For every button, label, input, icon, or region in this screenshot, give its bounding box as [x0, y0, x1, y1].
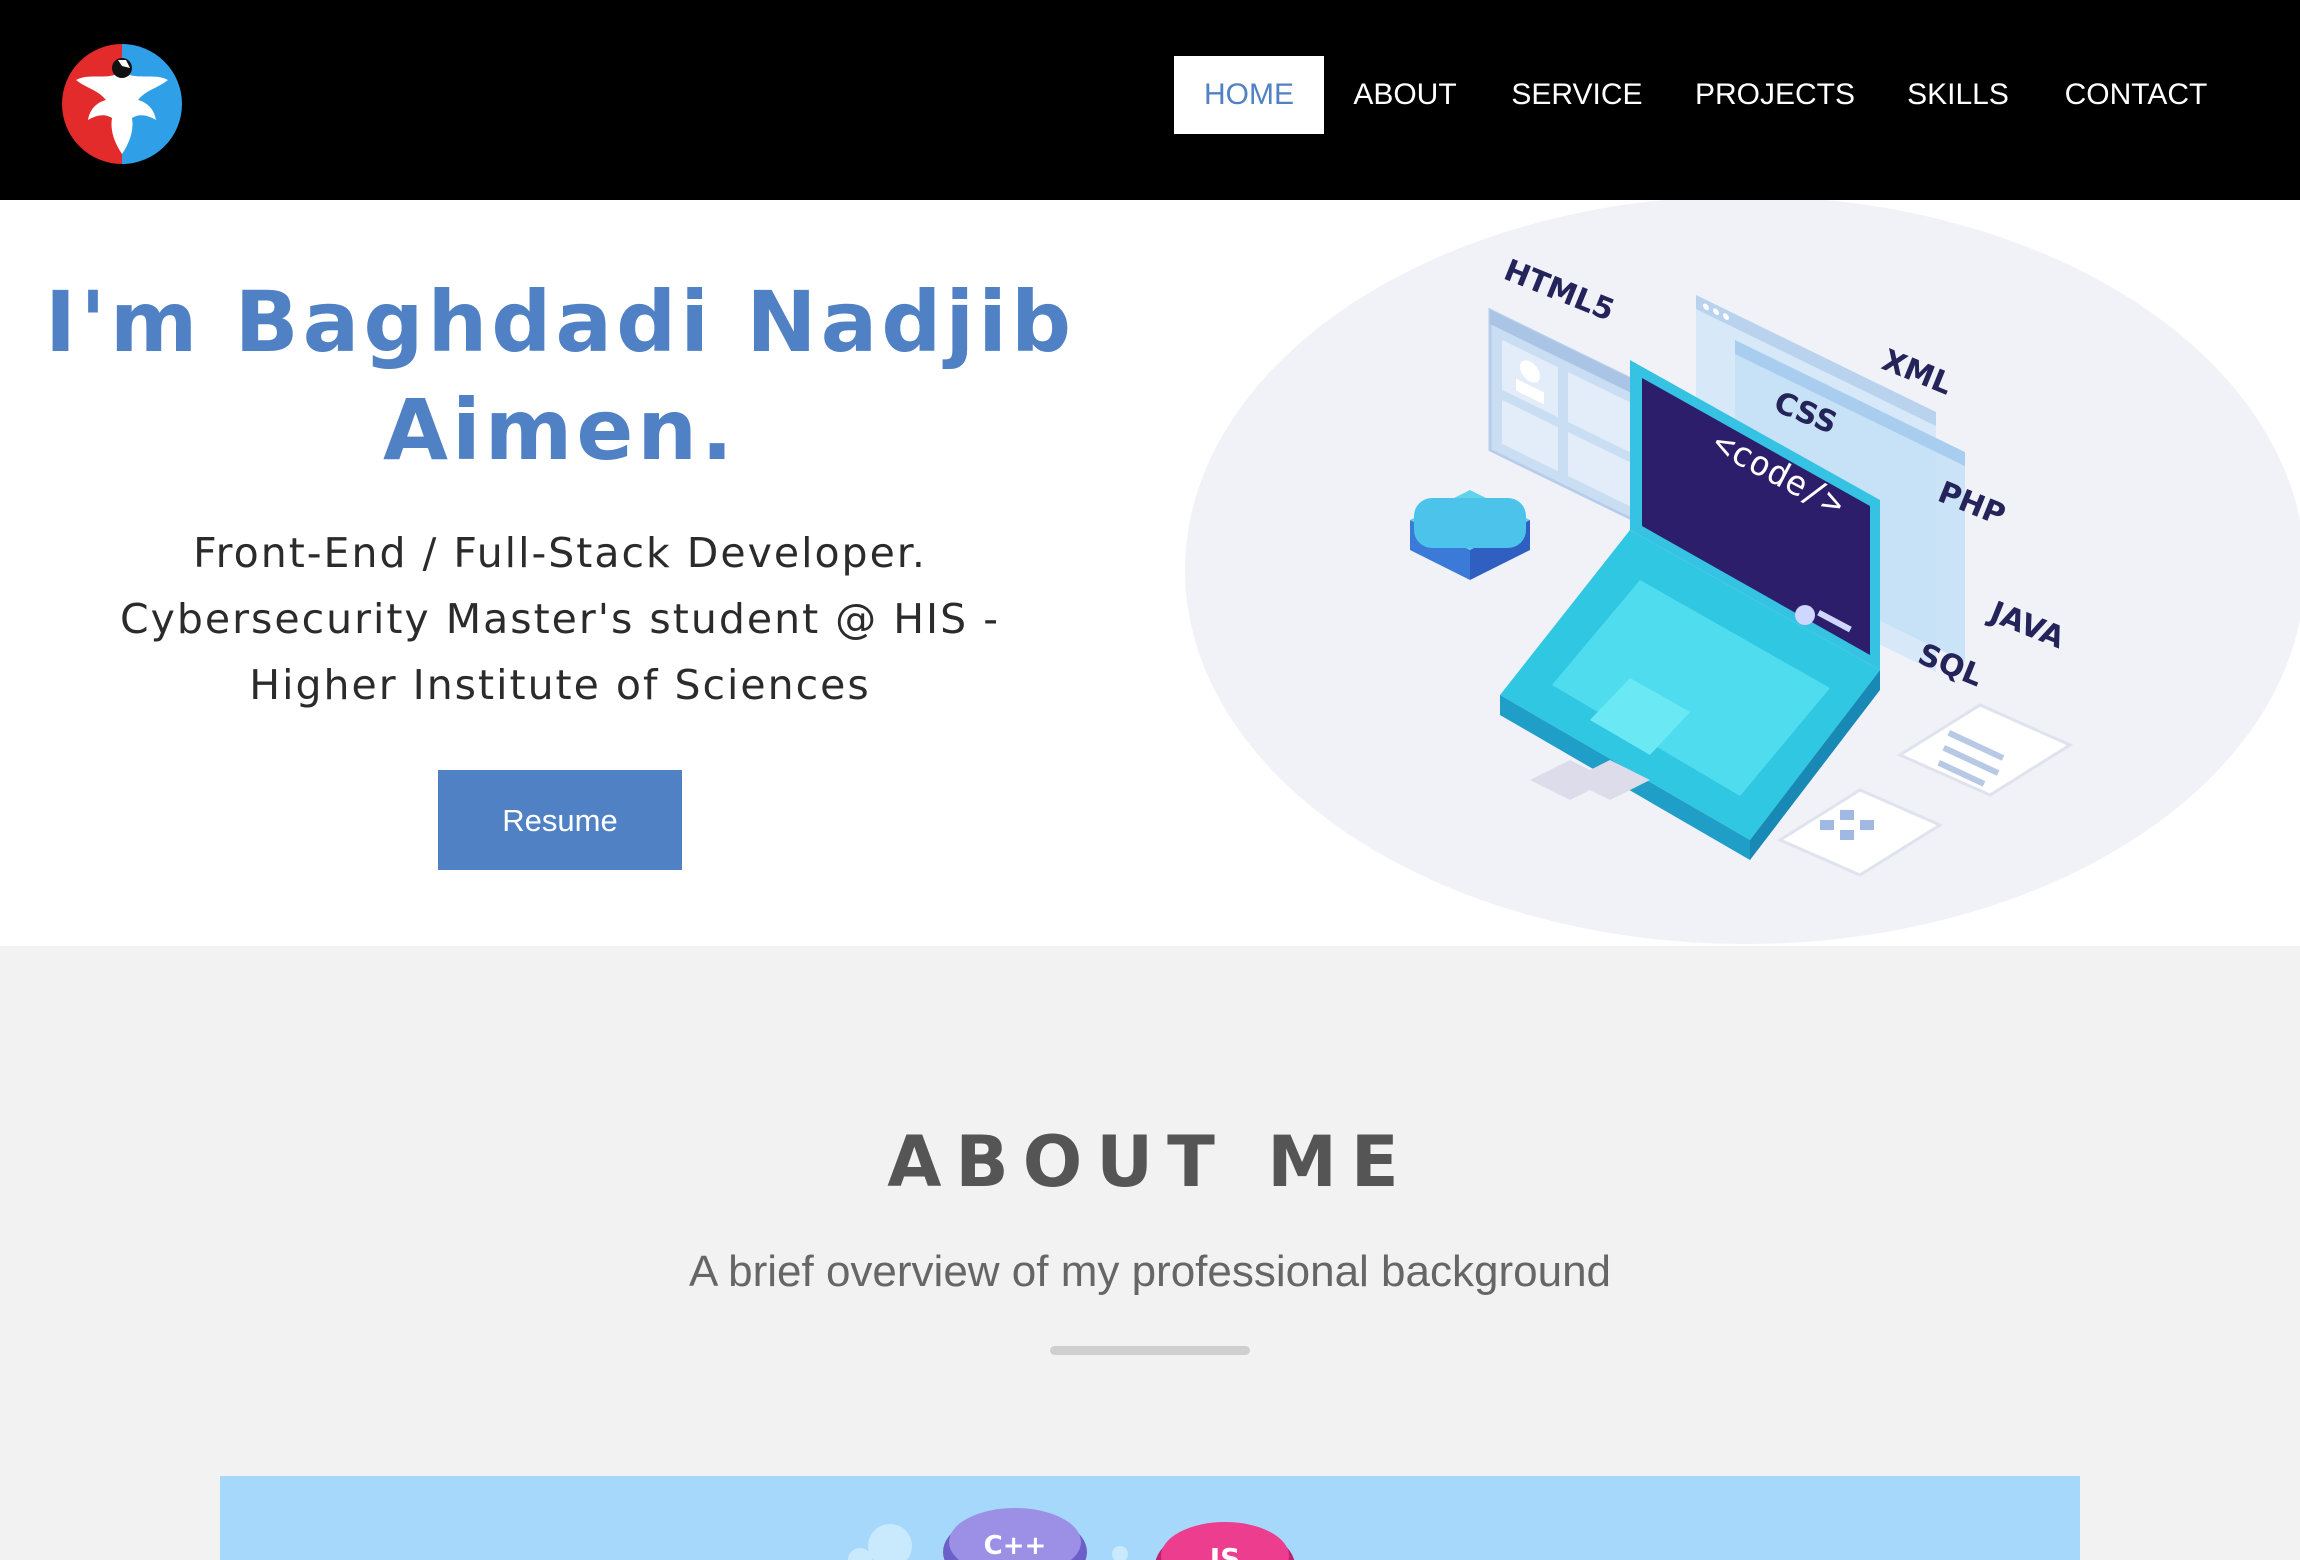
- about-title: ABOUT ME: [887, 1121, 1413, 1203]
- hero-subtitle-line-2: Cybersecurity Master's student @ HIS -: [120, 595, 1000, 643]
- phoenix-logo[interactable]: [60, 42, 184, 166]
- cpp-badge-label: C++: [984, 1531, 1047, 1560]
- about-section: ABOUT ME A brief overview of my professi…: [0, 946, 2300, 1560]
- resume-button[interactable]: Resume: [438, 770, 682, 870]
- hero-section: I'm Baghdadi Nadjib Aimen. Front-End / F…: [0, 200, 2300, 946]
- nav-service[interactable]: SERVICE: [1502, 56, 1652, 134]
- about-banner-image: C++ JS: [220, 1476, 2080, 1560]
- js-badge: JS: [1155, 1522, 1295, 1560]
- hero-title-line-2: Aimen.: [382, 381, 737, 479]
- nav-home[interactable]: HOME: [1174, 56, 1324, 134]
- navbar: HOME ABOUT SERVICE PROJECTS SKILLS CONTA…: [0, 0, 2300, 200]
- nav-projects[interactable]: PROJECTS: [1692, 56, 1858, 134]
- hero-subtitle: Front-End / Full-Stack Developer. Cybers…: [60, 520, 1060, 718]
- nav-about[interactable]: ABOUT: [1340, 56, 1470, 134]
- about-subtitle: A brief overview of my professional back…: [688, 1247, 1612, 1296]
- nav-contact[interactable]: CONTACT: [2056, 56, 2216, 134]
- bubble: [868, 1524, 912, 1560]
- nav-skills[interactable]: SKILLS: [1898, 56, 2018, 134]
- js-badge-label: JS: [1208, 1542, 1241, 1560]
- coding-banner-illustration: C++ JS: [848, 1508, 1295, 1560]
- about-divider: [1050, 1346, 1250, 1355]
- laptop-code-illustration: HTML5 CSS XML PHP JAVA SQL <code/>: [1185, 200, 2300, 944]
- hero-subtitle-line-1: Front-End / Full-Stack Developer.: [193, 529, 927, 577]
- hero-title-line-1: I'm Baghdadi Nadjib: [44, 273, 1076, 371]
- hero-title: I'm Baghdadi Nadjib Aimen.: [0, 268, 1120, 484]
- bubble: [1112, 1546, 1128, 1560]
- hero-subtitle-line-3: Higher Institute of Sciences: [249, 661, 871, 709]
- cpp-badge: C++: [943, 1508, 1087, 1560]
